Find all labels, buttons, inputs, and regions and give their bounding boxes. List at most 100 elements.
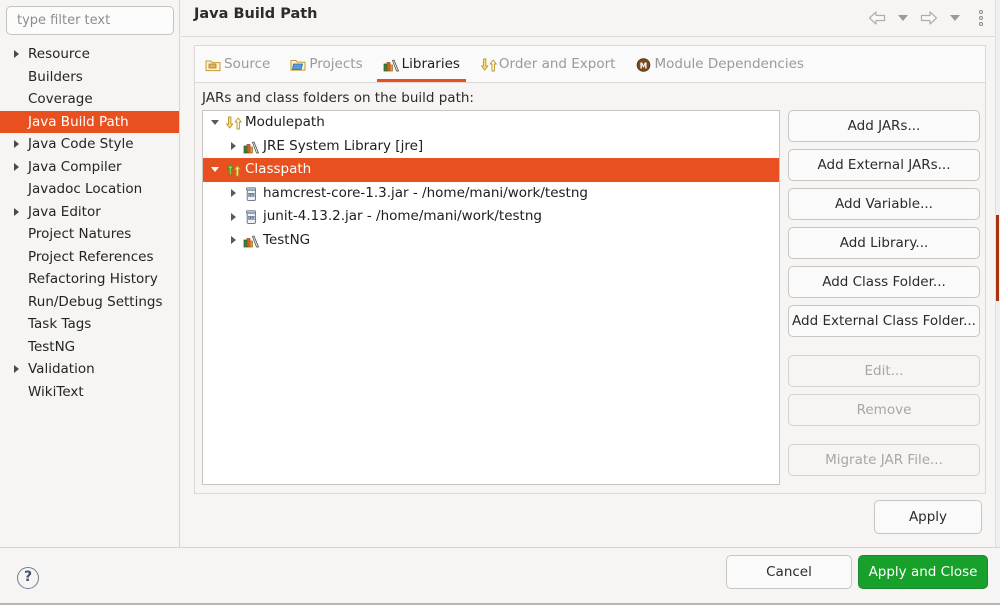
sidebar-item-project-references[interactable]: Project References: [0, 246, 179, 269]
scrollbar-thumb[interactable]: [996, 215, 999, 301]
libraries-books-icon: [383, 57, 400, 72]
expand-triangle-icon[interactable]: [14, 208, 19, 216]
expand-triangle-icon[interactable]: [14, 50, 19, 58]
expand-triangle-icon[interactable]: [231, 189, 236, 197]
tab-projects[interactable]: Projects: [280, 46, 372, 82]
libraries-tab-panel: JARs and class folders on the build path…: [194, 83, 986, 494]
cancel-button[interactable]: Cancel: [726, 555, 852, 589]
sidebar-item-run-debug-settings[interactable]: Run/Debug Settings: [0, 291, 179, 314]
sidebar-item-builders[interactable]: Builders: [0, 66, 179, 89]
forward-arrow-icon[interactable]: [918, 8, 940, 28]
forward-dropdown-chevron-down-icon[interactable]: [944, 8, 966, 28]
tree-row[interactable]: TestNG: [203, 229, 779, 253]
sidebar-item-label: Java Compiler: [28, 159, 122, 175]
tab-libraries[interactable]: Libraries: [373, 46, 470, 82]
tree-row-label: junit-4.13.2.jar - /home/mani/work/testn…: [263, 205, 542, 229]
apply-and-close-button[interactable]: Apply and Close: [858, 555, 988, 589]
back-arrow-icon[interactable]: [866, 8, 888, 28]
svg-text:010: 010: [248, 216, 254, 220]
sidebar-item-label: Project Natures: [28, 226, 131, 242]
sidebar-item-testng[interactable]: TestNG: [0, 336, 179, 359]
sidebar-item-label: Validation: [28, 361, 95, 377]
preferences-nav-tree: Resource Builders Coverage Java Build Path J…: [0, 43, 179, 403]
kebab-menu-icon[interactable]: [970, 8, 992, 28]
sidebar-item-label: Builders: [28, 69, 83, 85]
filter-container: [0, 0, 179, 35]
sidebar-item-label: Refactoring History: [28, 271, 158, 287]
tab-bar: Source Projects Libraries Order and Export M…: [194, 45, 986, 83]
classpath-arrow-icon: [225, 162, 241, 178]
sidebar-item-javadoc-location[interactable]: Javadoc Location: [0, 178, 179, 201]
tree-row-label: JRE System Library [jre]: [263, 135, 423, 159]
expand-triangle-icon[interactable]: [231, 142, 236, 150]
add-external-class-folder-button[interactable]: Add External Class Folder...: [788, 305, 980, 337]
add-jars-button[interactable]: Add JARs...: [788, 110, 980, 142]
sidebar-item-label: Coverage: [28, 91, 93, 107]
tab-source[interactable]: Source: [195, 46, 280, 82]
sidebar-item-wikitext[interactable]: WikiText: [0, 381, 179, 404]
add-variable-button[interactable]: Add Variable...: [788, 188, 980, 220]
svg-text:M: M: [640, 61, 647, 70]
tab-order-and-export[interactable]: Order and Export: [470, 46, 626, 82]
sidebar-item-label: Javadoc Location: [28, 181, 142, 197]
sidebar-item-java-build-path[interactable]: Java Build Path: [0, 111, 179, 134]
order-arrows-icon: [480, 57, 497, 72]
search-input[interactable]: [6, 6, 174, 35]
preferences-dialog: ResourceBuildersCoverageJava Build PathJ…: [0, 0, 1000, 605]
expand-triangle-icon[interactable]: [14, 365, 19, 373]
back-dropdown-chevron-down-icon[interactable]: [892, 8, 914, 28]
tree-row[interactable]: Modulepath: [203, 111, 779, 135]
sidebar-item-java-code-style[interactable]: Java Code Style: [0, 133, 179, 156]
tree-row[interactable]: 010 junit-4.13.2.jar - /home/mani/work/te…: [203, 205, 779, 229]
sidebar-item-label: Project References: [28, 249, 154, 265]
tree-row-label: Modulepath: [245, 111, 325, 135]
tab-module-dependencies[interactable]: M Module Dependencies: [625, 46, 813, 82]
expand-triangle-icon[interactable]: [231, 236, 236, 244]
build-path-tree[interactable]: ModulepathJRE System Library [jre]Classp…: [202, 110, 780, 485]
tab-label: Order and Export: [499, 56, 616, 72]
collapse-triangle-icon[interactable]: [211, 120, 219, 125]
sidebar-item-task-tags[interactable]: Task Tags: [0, 313, 179, 336]
sidebar-item-coverage[interactable]: Coverage: [0, 88, 179, 111]
sidebar-item-label: Task Tags: [28, 316, 91, 332]
sidebar-item-label: Resource: [28, 46, 90, 62]
sidebar-item-java-editor[interactable]: Java Editor: [0, 201, 179, 224]
migrate-jar-file-button: Migrate JAR File...: [788, 444, 980, 476]
main-pane: Java Build Path So: [181, 0, 1000, 547]
tree-row[interactable]: 010hamcrest-core-1.3.jar - /home/mani/wo…: [203, 182, 779, 206]
add-external-jars-button[interactable]: Add External JARs...: [788, 149, 980, 181]
apply-button[interactable]: Apply: [874, 500, 982, 534]
tab-label: Libraries: [402, 56, 460, 72]
history-navigation: [866, 8, 992, 28]
jar-file-icon: 010: [243, 186, 259, 202]
module-circle-icon: M: [635, 57, 652, 72]
build-path-action-buttons: Add JARs... Add External JARs... Add Varia…: [788, 110, 980, 483]
sidebar-item-label: Run/Debug Settings: [28, 294, 163, 310]
tab-label: Module Dependencies: [654, 56, 803, 72]
collapse-triangle-icon[interactable]: [211, 167, 219, 172]
tree-row[interactable]: JRE System Library [jre]: [203, 135, 779, 159]
sidebar-item-resource[interactable]: Resource: [0, 43, 179, 66]
library-books-icon: [243, 139, 259, 155]
sidebar-item-validation[interactable]: Validation: [0, 358, 179, 381]
vertical-scrollbar[interactable]: [995, 0, 1000, 547]
source-folder-icon: [205, 57, 222, 72]
help-question-icon[interactable]: ?: [17, 567, 39, 589]
sidebar-item-java-compiler[interactable]: Java Compiler: [0, 156, 179, 179]
sidebar-item-label: Java Editor: [28, 204, 101, 220]
sidebar-item-label: Java Build Path: [28, 114, 129, 130]
expand-triangle-icon[interactable]: [14, 140, 19, 148]
add-class-folder-button[interactable]: Add Class Folder...: [788, 266, 980, 298]
sidebar-item-refactoring-history[interactable]: Refactoring History: [0, 268, 179, 291]
preferences-sidebar: Resource Builders Coverage Java Build Path J…: [0, 0, 180, 547]
tree-row[interactable]: Classpath: [203, 158, 779, 182]
sidebar-item-project-natures[interactable]: Project Natures: [0, 223, 179, 246]
add-library-button[interactable]: Add Library...: [788, 227, 980, 259]
tab-label: Source: [224, 56, 270, 72]
projects-folder-icon: [290, 57, 307, 72]
expand-triangle-icon[interactable]: [14, 163, 19, 171]
page-title: Java Build Path: [194, 6, 317, 22]
expand-triangle-icon[interactable]: [231, 213, 236, 221]
sidebar-item-label: Java Code Style: [28, 136, 134, 152]
tree-row-label: hamcrest-core-1.3.jar - /home/mani/work/…: [263, 182, 588, 206]
